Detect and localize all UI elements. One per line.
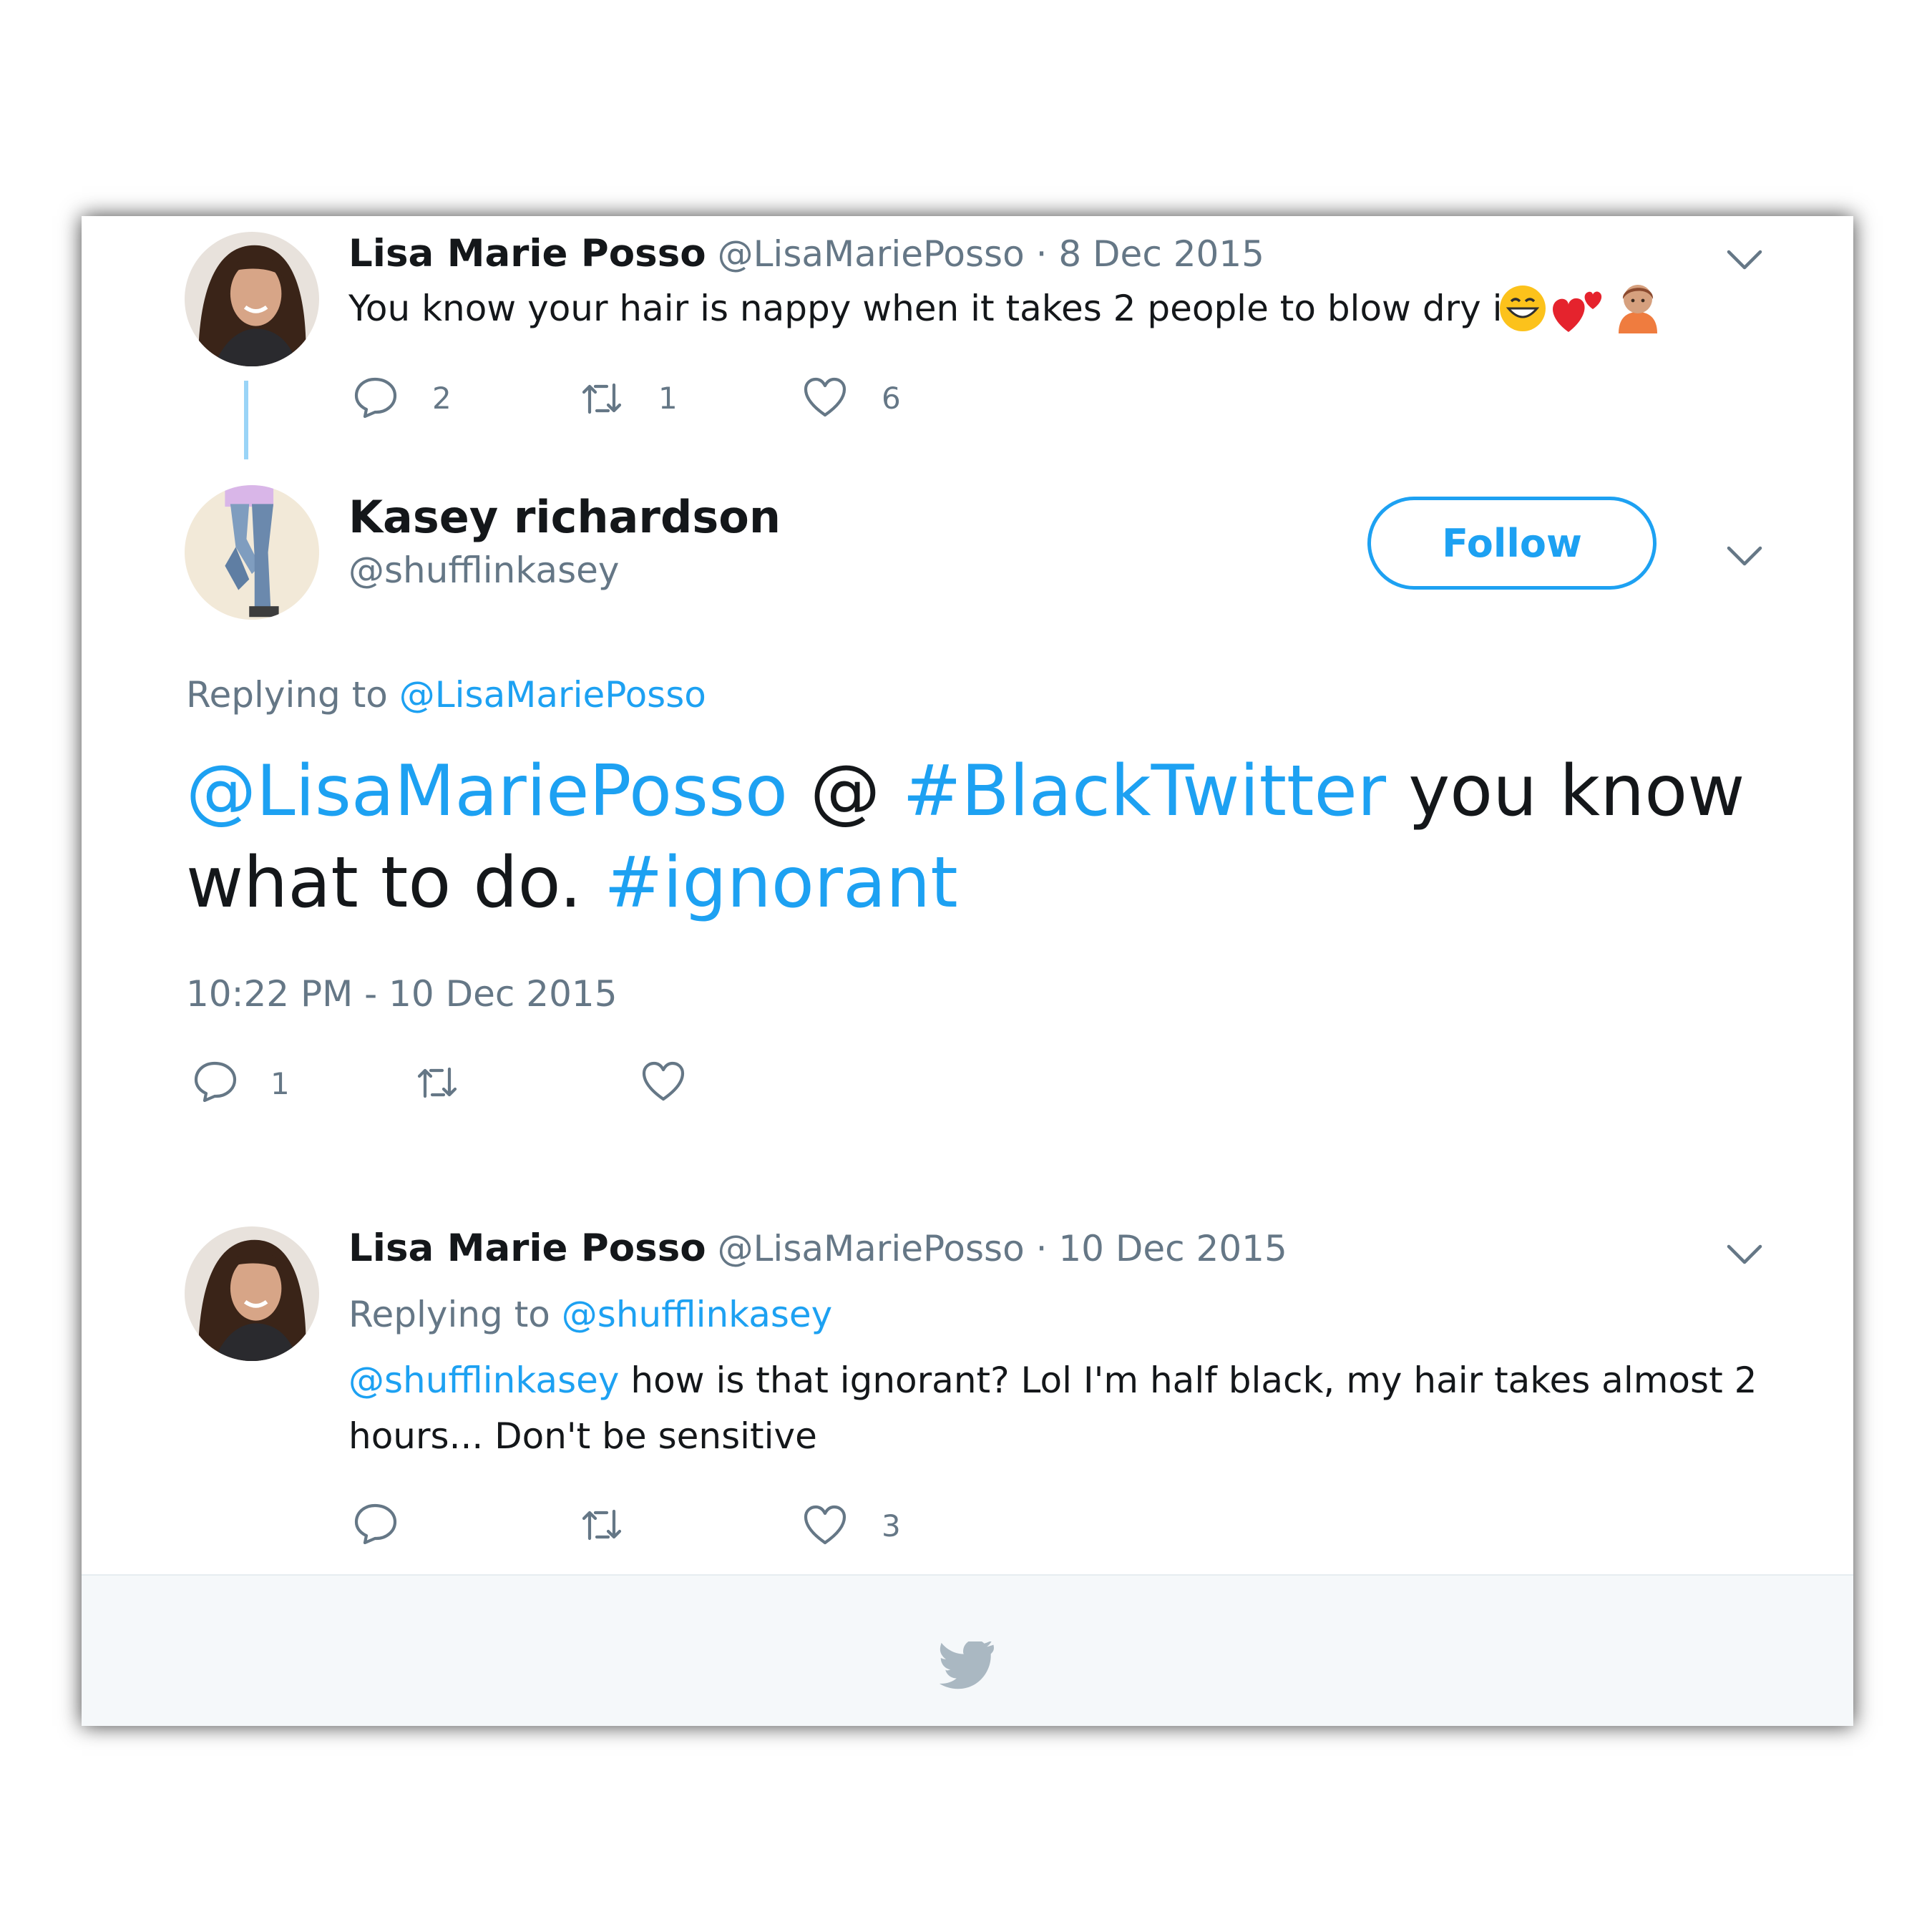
- grinning-face-emoji-icon: [1498, 284, 1547, 333]
- like-icon[interactable]: [803, 376, 847, 418]
- tweet2-at-symbol: @: [810, 751, 881, 832]
- tweet2-author-name[interactable]: Kasey richardson: [348, 491, 781, 543]
- tweet3-author-handle[interactable]: @LisaMariePosso: [718, 1228, 1025, 1269]
- tweet3-header: Lisa Marie Posso @LisaMariePosso · 10 De…: [348, 1226, 1287, 1270]
- avatar-lisa[interactable]: [185, 232, 319, 366]
- tweet1-text-body: You know your hair is nappy when it take…: [348, 288, 1528, 329]
- reply-count: 1: [270, 1066, 290, 1101]
- tweet3-author-name[interactable]: Lisa Marie Posso: [348, 1226, 706, 1270]
- tweet2-text: @LisaMariePosso @ #BlackTwitter you know…: [186, 746, 1782, 929]
- tweet3-text-line1: @shufflinkasey how is that ignorant? Lol…: [348, 1360, 1757, 1401]
- reply-icon[interactable]: [353, 1503, 398, 1544]
- mention-link[interactable]: @LisaMariePosso: [186, 751, 788, 832]
- thread-connector-line: [244, 381, 248, 459]
- tweet1-date[interactable]: · 8 Dec 2015: [1036, 233, 1264, 275]
- follow-button[interactable]: Follow: [1367, 497, 1657, 590]
- person-tipping-hand-emoji-icon: [1613, 278, 1663, 333]
- reply-count: 2: [432, 381, 452, 416]
- reply-icon[interactable]: [193, 1060, 238, 1102]
- replying-to-label: Replying to: [348, 1294, 550, 1335]
- twitter-bird-icon: [939, 1641, 997, 1692]
- replying-to-link[interactable]: @LisaMariePosso: [399, 674, 706, 716]
- tweet3-body-line1: how is that ignorant? Lol I'm half black…: [630, 1360, 1757, 1401]
- hashtag-link[interactable]: #BlackTwitter: [902, 751, 1386, 832]
- avatar-kasey[interactable]: [185, 485, 319, 620]
- retweet-icon[interactable]: [580, 378, 624, 419]
- retweet-icon[interactable]: [415, 1062, 459, 1103]
- replying-to-label: Replying to: [186, 674, 388, 716]
- tweet2-timestamp[interactable]: 10:22 PM - 10 Dec 2015: [186, 973, 618, 1015]
- tweet2-author-handle[interactable]: @shufflinkasey: [348, 550, 619, 591]
- like-count: 3: [882, 1508, 901, 1543]
- like-icon[interactable]: [641, 1060, 686, 1102]
- tweet3-replying-to: Replying to @shufflinkasey: [348, 1294, 832, 1335]
- tweet1-text: You know your hair is nappy when it take…: [348, 288, 1528, 329]
- retweet-count: 1: [658, 381, 678, 416]
- tweet-thread-card: Lisa Marie Posso @LisaMariePosso · 8 Dec…: [82, 216, 1853, 1726]
- like-count: 6: [882, 381, 901, 416]
- avatar-lisa[interactable]: [185, 1226, 319, 1361]
- replying-to-link[interactable]: @shufflinkasey: [562, 1294, 832, 1335]
- two-hearts-emoji-icon: [1550, 282, 1607, 333]
- tweet2-replying-to: Replying to @LisaMariePosso: [186, 674, 706, 716]
- reply-icon[interactable]: [353, 376, 398, 418]
- mention-link[interactable]: @shufflinkasey: [348, 1360, 619, 1401]
- thread-footer: [82, 1574, 1853, 1726]
- like-icon[interactable]: [803, 1504, 847, 1546]
- tweet1-author-handle[interactable]: @LisaMariePosso: [718, 233, 1025, 275]
- tweet1-author-name[interactable]: Lisa Marie Posso: [348, 232, 706, 275]
- chevron-down-icon[interactable]: [1726, 545, 1763, 567]
- chevron-down-icon[interactable]: [1726, 249, 1763, 270]
- tweet3-date[interactable]: · 10 Dec 2015: [1036, 1228, 1287, 1269]
- tweet3-text-line2: hours... Don't be sensitive: [348, 1415, 817, 1457]
- tweet1-header: Lisa Marie Posso @LisaMariePosso · 8 Dec…: [348, 232, 1264, 275]
- hashtag-link[interactable]: #ignorant: [604, 842, 958, 924]
- retweet-icon[interactable]: [580, 1504, 624, 1546]
- chevron-down-icon[interactable]: [1726, 1244, 1763, 1265]
